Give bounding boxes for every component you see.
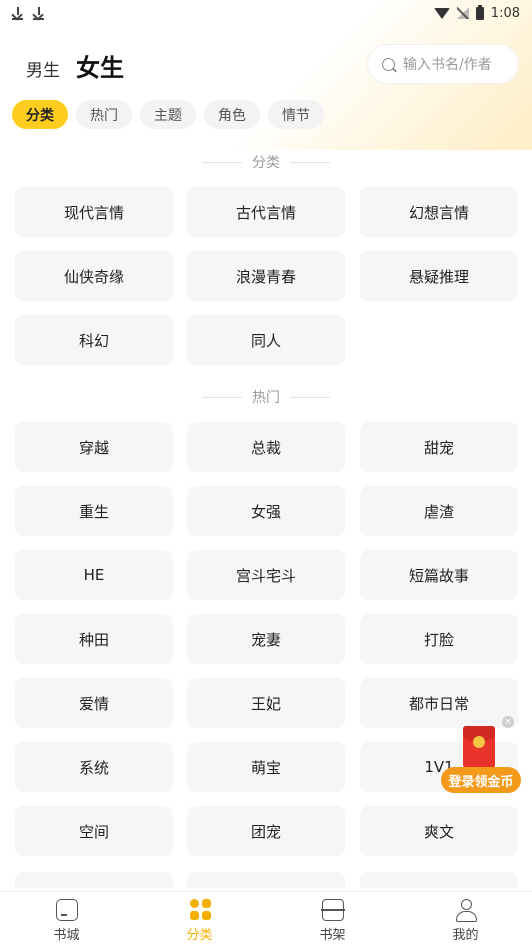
tag-button[interactable]: 浪漫青春 (187, 251, 345, 301)
close-icon[interactable]: × (502, 716, 514, 728)
tag-button[interactable] (360, 872, 518, 888)
search-placeholder: 输入书名/作者 (403, 57, 492, 73)
nav-item-bookstore[interactable]: 书城 (0, 892, 133, 947)
tag-button[interactable]: 萌宝 (187, 742, 345, 792)
chip-plot[interactable]: 情节 (268, 100, 324, 129)
tag-button[interactable]: HE (15, 550, 173, 600)
tag-button[interactable]: 总裁 (187, 422, 345, 472)
divider (202, 396, 242, 398)
nav-label: 我的 (452, 928, 479, 943)
tag-button[interactable]: 现代言情 (15, 187, 173, 237)
chip-theme[interactable]: 主题 (140, 100, 196, 129)
chip-hot[interactable]: 热门 (76, 100, 132, 129)
battery-icon (475, 4, 484, 20)
status-time: 1:08 (490, 5, 520, 21)
tag-button[interactable]: 甜宠 (360, 422, 518, 472)
section-title: 分类 (252, 155, 280, 171)
gender-tab-female[interactable]: 女生 (76, 48, 124, 83)
tag-button[interactable]: 穿越 (15, 422, 173, 472)
tag-button[interactable]: 悬疑推理 (360, 251, 518, 301)
category-icon (189, 899, 211, 921)
tag-button[interactable]: 虐渣 (360, 486, 518, 536)
tag-button[interactable]: 短篇故事 (360, 550, 518, 600)
bottom-nav: 书城 分类 书架 我的 (0, 891, 532, 947)
download-icon (33, 6, 44, 20)
tag-button[interactable] (187, 872, 345, 888)
tag-button[interactable]: 宠妻 (187, 614, 345, 664)
nav-label: 书城 (53, 928, 80, 943)
chip-role[interactable]: 角色 (204, 100, 260, 129)
status-bar: 1:08 (0, 0, 532, 26)
tag-button[interactable]: 女强 (187, 486, 345, 536)
nav-item-category[interactable]: 分类 (133, 892, 266, 947)
tag-button[interactable] (15, 872, 173, 888)
download-icon (12, 6, 23, 20)
profile-icon (455, 899, 477, 922)
divider (290, 396, 330, 398)
divider (290, 161, 330, 163)
chip-category[interactable]: 分类 (12, 100, 68, 129)
tag-button[interactable]: 重生 (15, 486, 173, 536)
section-heading-category: 分类 (0, 151, 532, 173)
tag-button[interactable]: 宫斗宅斗 (187, 550, 345, 600)
nav-label: 分类 (186, 928, 213, 943)
filter-chips: 分类 热门 主题 角色 情节 (12, 100, 324, 129)
tag-button[interactable]: 科幻 (15, 315, 173, 365)
tag-button[interactable]: 团宠 (187, 806, 345, 856)
nav-item-bookshelf[interactable]: 书架 (266, 892, 399, 947)
gender-tab-male[interactable]: 男生 (26, 56, 60, 81)
tag-button[interactable]: 幻想言情 (360, 187, 518, 237)
tag-button[interactable]: 系统 (15, 742, 173, 792)
tag-button[interactable]: 空间 (15, 806, 173, 856)
tag-button[interactable]: 爽文 (360, 806, 518, 856)
tag-button[interactable]: 同人 (187, 315, 345, 365)
tag-button[interactable]: 仙侠奇缘 (15, 251, 173, 301)
search-input[interactable]: 输入书名/作者 (367, 44, 519, 84)
bookshelf-icon (320, 899, 345, 921)
red-envelope-icon (463, 726, 495, 768)
nav-label: 书架 (319, 928, 346, 943)
nav-item-mine[interactable]: 我的 (399, 892, 532, 947)
divider (202, 161, 242, 163)
tag-button[interactable]: 王妃 (187, 678, 345, 728)
wifi-icon (433, 7, 450, 19)
bookstore-icon (55, 899, 78, 921)
login-coin-promo[interactable]: × 登录领金币 (441, 716, 521, 796)
section-title: 热门 (252, 390, 280, 406)
promo-label[interactable]: 登录领金币 (441, 767, 521, 793)
no-sim-icon (456, 7, 469, 19)
tag-button[interactable]: 爱情 (15, 678, 173, 728)
search-icon (382, 57, 395, 71)
section-heading-hot: 热门 (0, 386, 532, 408)
tag-button[interactable]: 古代言情 (187, 187, 345, 237)
tag-button[interactable]: 打脸 (360, 614, 518, 664)
tag-button[interactable]: 种田 (15, 614, 173, 664)
